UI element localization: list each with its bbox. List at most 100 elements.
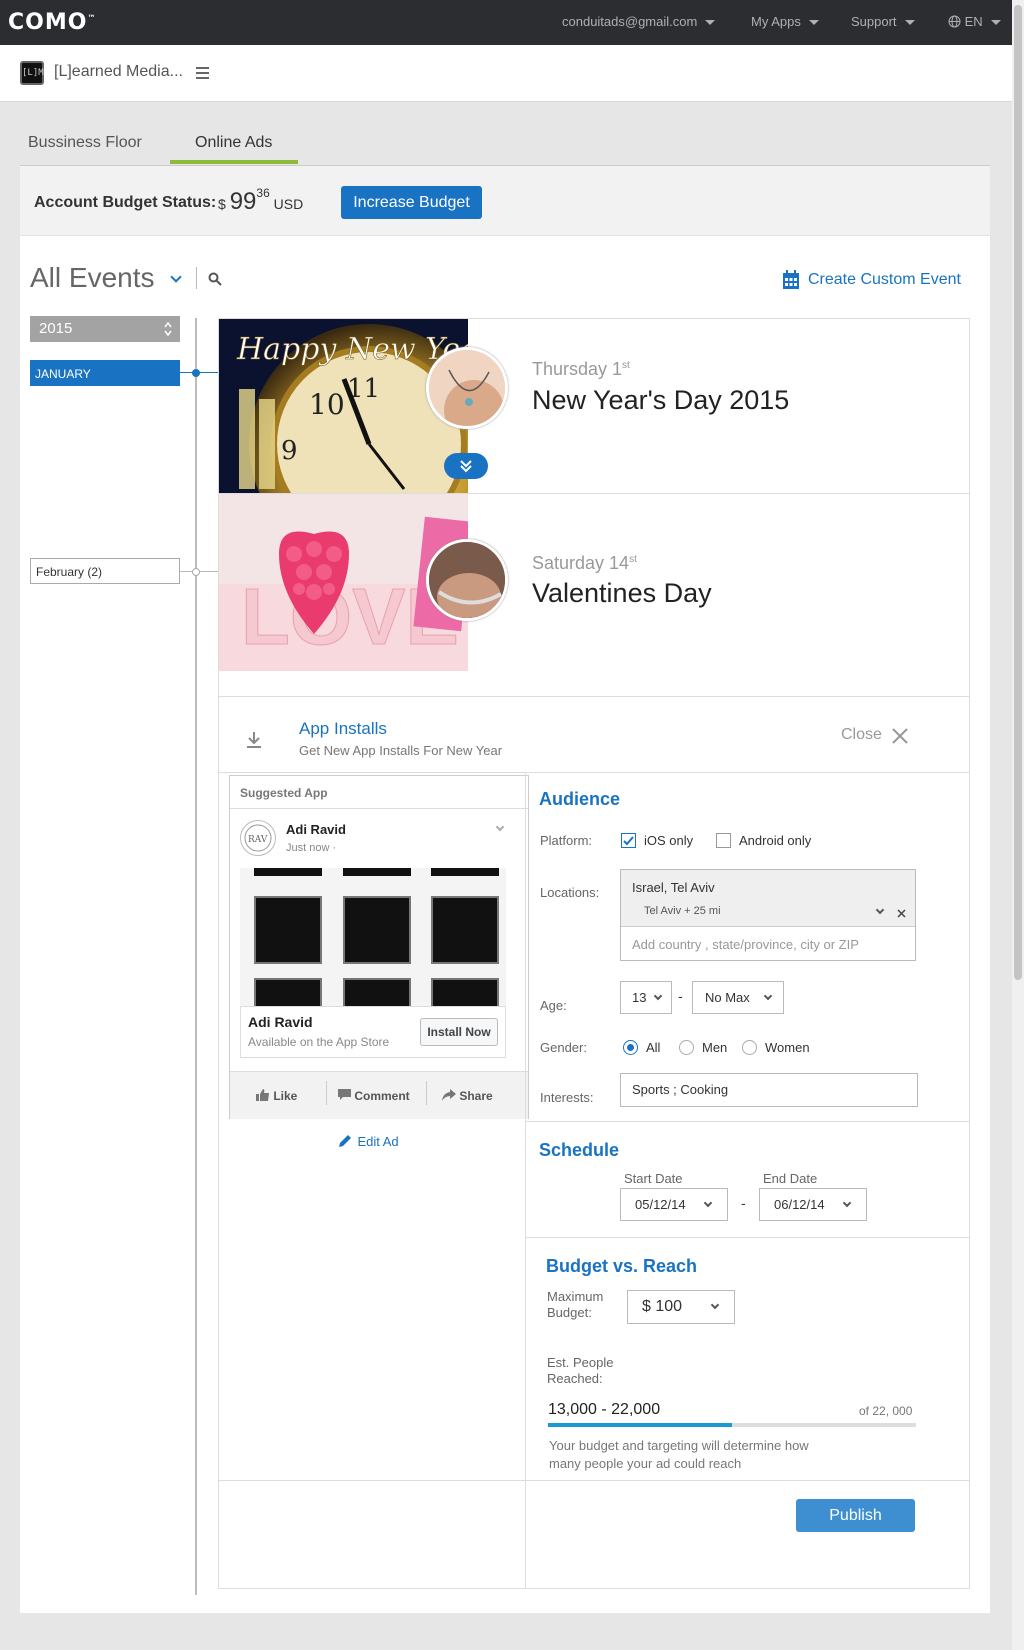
budget-amount: $ 9936 USD (218, 186, 303, 216)
support-label: Support (851, 14, 897, 29)
max-budget-label: Maximum Budget: (547, 1289, 604, 1320)
max-budget-select[interactable]: $ 100 (627, 1290, 735, 1324)
increase-budget-button[interactable]: Increase Budget (341, 186, 482, 219)
close-icon[interactable] (892, 728, 908, 744)
locations-label: Locations: (540, 885, 600, 900)
reach-note: Your budget and targeting will determine… (549, 1438, 809, 1471)
ad-type-title: App Installs (299, 719, 387, 738)
expand-event-button[interactable] (444, 453, 488, 479)
svg-text:9: 9 (281, 436, 298, 466)
location-value: Israel, Tel Aviv (632, 880, 715, 895)
remove-location-icon[interactable] (897, 909, 906, 918)
edit-ad-label: Edit Ad (357, 1134, 399, 1149)
gender-all-radio[interactable] (623, 1040, 638, 1055)
event-card-new-year[interactable]: 10 11 9 Happy New Year Thursday 1st New … (218, 318, 970, 496)
event-card-valentines[interactable]: LOVE Saturday 14st Valentines Day (218, 493, 970, 698)
language-menu[interactable]: EN (948, 14, 1001, 29)
ios-only-label[interactable]: iOS only (644, 833, 693, 848)
product-thumb (254, 896, 322, 964)
max-budget-value: $ 100 (642, 1298, 683, 1315)
like-action[interactable]: Like (256, 1089, 297, 1103)
globe-icon (948, 15, 961, 28)
app-name: Adi Ravid (248, 1014, 313, 1030)
page-scrollbar-thumb[interactable] (1014, 5, 1022, 980)
event-avatar (426, 347, 508, 429)
create-custom-event-link[interactable]: Create Custom Event (808, 271, 961, 289)
interests-input[interactable]: Sports ; Cooking (620, 1073, 918, 1107)
product-thumb (431, 978, 499, 1006)
ios-only-checkbox[interactable] (621, 833, 636, 848)
schedule-heading: Schedule (539, 1140, 620, 1160)
budget-currency-symbol: $ (218, 196, 226, 212)
publish-button[interactable]: Publish (796, 1499, 915, 1532)
tab-online-ads[interactable]: Online Ads (195, 134, 272, 152)
calendar-icon[interactable] (782, 270, 800, 290)
budget-reach-heading: Budget vs. Reach (546, 1256, 698, 1276)
tab-business-floor[interactable]: Bussiness Floor (28, 134, 142, 152)
locations-field[interactable]: Israel, Tel Aviv Tel Aviv + 25 mi Add co… (620, 869, 916, 961)
gender-men-label[interactable]: Men (702, 1040, 727, 1055)
all-events-title[interactable]: All Events (30, 262, 155, 294)
svg-text:10: 10 (309, 388, 345, 421)
timeline-dot (192, 369, 200, 377)
start-date-select[interactable]: 05/12/14 (620, 1188, 728, 1221)
budget-amount-int: 99 (229, 188, 257, 215)
app-name[interactable]: [L]earned Media... (54, 63, 183, 81)
android-only-label[interactable]: Android only (739, 833, 811, 848)
support-menu[interactable]: Support (851, 14, 915, 29)
chevron-down-icon[interactable] (170, 271, 182, 283)
chevron-down-icon (842, 1198, 852, 1208)
age-min-select[interactable]: 13 (620, 981, 672, 1014)
share-action[interactable]: Share (442, 1089, 493, 1103)
chevron-down-icon (705, 20, 716, 26)
start-date-value: 05/12/14 (635, 1197, 686, 1212)
preview-header: Suggested App (240, 786, 328, 800)
age-separator: - (678, 988, 683, 1004)
end-date-label: End Date (763, 1171, 818, 1186)
android-only-checkbox[interactable] (716, 833, 731, 848)
like-label: Like (273, 1089, 298, 1103)
ad-detail-header: App Installs Get New App Installs For Ne… (219, 696, 969, 773)
year-selector[interactable]: 2015 (30, 316, 180, 342)
install-now-button[interactable]: Install Now (420, 1018, 498, 1046)
end-date-value: 06/12/14 (774, 1197, 825, 1212)
my-apps-menu[interactable]: My Apps (751, 14, 819, 29)
hamburger-icon[interactable] (196, 67, 209, 82)
age-max-select[interactable]: No Max (692, 981, 784, 1014)
share-icon (442, 1089, 456, 1101)
gender-men-radio[interactable] (679, 1040, 694, 1055)
como-logo[interactable]: COMO™ (8, 10, 96, 35)
share-label: Share (459, 1089, 493, 1103)
active-tab-indicator (170, 160, 298, 164)
chevron-down-icon[interactable] (495, 822, 505, 832)
end-date-select[interactable]: 06/12/14 (759, 1188, 867, 1221)
gender-all-label[interactable]: All (646, 1040, 660, 1055)
location-radius[interactable]: Tel Aviv + 25 mi (644, 905, 721, 917)
age-min-value: 13 (632, 990, 647, 1005)
gender-women-label[interactable]: Women (765, 1040, 810, 1055)
gender-women-radio[interactable] (742, 1040, 757, 1055)
post-time: Just now · (286, 842, 337, 854)
page-avatar: RAV (240, 820, 276, 856)
comment-action[interactable]: Comment (338, 1089, 410, 1103)
product-thumb (343, 978, 411, 1006)
product-thumb (254, 978, 322, 1006)
event-day: Saturday 14 (532, 553, 630, 573)
ad-image (240, 868, 506, 1006)
event-day: Thursday 1 (532, 359, 623, 379)
event-date: Thursday 1st (532, 359, 630, 380)
close-button[interactable]: Close (841, 726, 882, 744)
reach-total: of 22, 000 (859, 1404, 913, 1418)
edit-ad-link[interactable]: Edit Ad (337, 1133, 399, 1151)
platform-label: Platform: (540, 833, 593, 848)
month-february[interactable]: February (2) (30, 558, 180, 584)
location-placeholder[interactable]: Add country , state/province, city or ZI… (632, 937, 859, 952)
event-title: Valentines Day (532, 578, 712, 608)
account-menu[interactable]: conduitads@gmail.com (562, 14, 716, 29)
month-january[interactable]: JANUARY (30, 360, 180, 386)
start-date-label: Start Date (624, 1171, 683, 1186)
product-thumb (343, 896, 411, 964)
section-divider (526, 1121, 969, 1122)
search-icon[interactable] (208, 272, 222, 286)
budget-status-bar: Account Budget Status: $ 9936 USD Increa… (20, 166, 990, 236)
